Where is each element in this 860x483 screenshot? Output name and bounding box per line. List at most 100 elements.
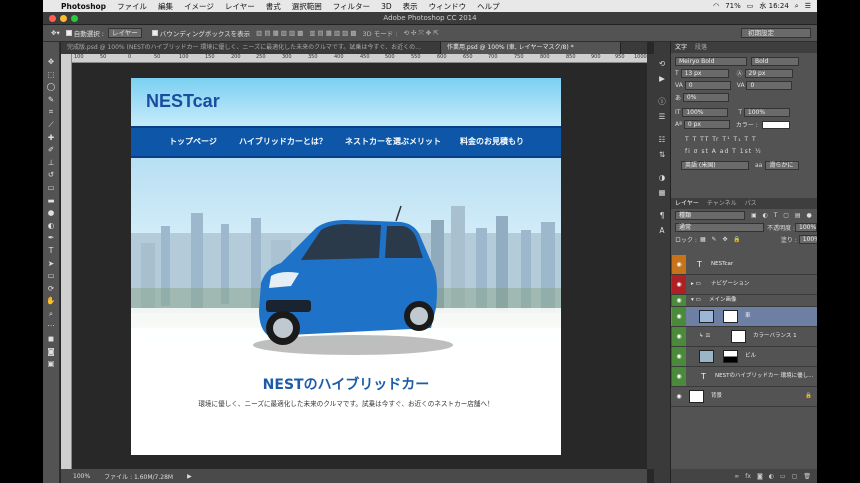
wifi-icon[interactable]: ◠: [713, 2, 719, 10]
menu-file[interactable]: ファイル: [117, 1, 147, 12]
tab-character[interactable]: 文字: [675, 42, 687, 53]
group-icon[interactable]: ▭: [780, 473, 786, 480]
link-icon[interactable]: ∞: [734, 473, 739, 480]
more-tools-icon[interactable]: ⋯: [43, 320, 60, 333]
pen-icon[interactable]: ✒: [43, 232, 60, 245]
healing-icon[interactable]: ✚: [43, 132, 60, 145]
visibility-eye-icon[interactable]: ◉: [672, 387, 686, 406]
search-icon[interactable]: ⌕: [795, 2, 799, 11]
screen-mode-icon[interactable]: ▣: [43, 358, 60, 371]
menu-3d[interactable]: 3D: [381, 2, 392, 11]
font-size-field[interactable]: 13 px: [680, 69, 729, 78]
trash-icon[interactable]: 🗑: [803, 473, 811, 480]
play-icon[interactable]: ▶: [659, 71, 665, 86]
visibility-eye-icon[interactable]: ◉: [672, 327, 686, 346]
menu-filter[interactable]: フィルター: [333, 1, 370, 12]
move-tool-icon[interactable]: ✥▾: [51, 29, 60, 37]
file-size[interactable]: ファイル : 1.60M/7.28M: [104, 472, 173, 481]
battery-icon[interactable]: ▭: [747, 2, 754, 10]
visibility-eye-icon[interactable]: ◉: [672, 295, 686, 306]
layer-row-color-balance[interactable]: ◉ ↳ ⚖ カラーバランス 1: [671, 327, 817, 347]
layer-row-buildings[interactable]: ◉ ビル: [671, 347, 817, 367]
history-icon[interactable]: ⟲: [659, 56, 665, 71]
lock-icons[interactable]: ▦ ✎ ✥ 🔒: [700, 236, 743, 243]
zoom-level[interactable]: 100%: [73, 473, 90, 480]
swatches-icon[interactable]: ▦: [658, 185, 665, 200]
vscale-field[interactable]: 100%: [682, 108, 729, 117]
dodge-icon[interactable]: ◐: [43, 220, 60, 233]
menu-type[interactable]: 書式: [266, 1, 281, 12]
shape-icon[interactable]: ▭: [43, 270, 60, 283]
zoom-icon[interactable]: [71, 15, 78, 22]
kerning-field[interactable]: 0: [684, 81, 731, 90]
layer-mask-thumbnail[interactable]: [723, 310, 738, 323]
menu-view[interactable]: 表示: [403, 1, 418, 12]
text-color-swatch[interactable]: [761, 120, 790, 129]
tab-document-work[interactable]: 作業用.psd @ 100% (車, レイヤーマスク/8) *: [441, 42, 621, 54]
properties-icon[interactable]: ⇅: [659, 147, 665, 162]
minimize-icon[interactable]: [60, 15, 67, 22]
path-select-icon[interactable]: ➤: [43, 258, 60, 271]
paragraph-style-icon[interactable]: ¶: [660, 208, 665, 223]
color-swatch-icon[interactable]: ◼: [43, 333, 60, 346]
tab-paths[interactable]: パス: [745, 198, 757, 209]
leading-field[interactable]: 29 px: [744, 69, 793, 78]
mode3d-icons[interactable]: ⟲ ✣ ⤧ ✥ ⇱: [404, 29, 439, 38]
fill-field[interactable]: 100%: [798, 235, 817, 244]
blur-icon[interactable]: ●: [43, 207, 60, 220]
bbox-checkbox[interactable]: [151, 30, 158, 36]
info-icon[interactable]: ⓘ: [658, 94, 666, 109]
zoom-tool-icon[interactable]: ⌕: [43, 308, 60, 321]
visibility-eye-icon[interactable]: ◉: [672, 347, 686, 366]
tsume-field[interactable]: 0%: [682, 93, 729, 102]
lasso-icon[interactable]: ◯: [43, 81, 60, 94]
document-canvas[interactable]: NESTcar トップページ ハイブリッドカーとは？ ネストカーを選ぶメリット …: [131, 78, 561, 455]
quick-select-icon[interactable]: ✎: [43, 94, 60, 107]
move-icon[interactable]: ✥: [43, 56, 60, 69]
antialias-dropdown[interactable]: 滑らかに: [765, 161, 800, 170]
tab-paragraph[interactable]: 段落: [695, 42, 707, 53]
list-icon[interactable]: ☰: [805, 2, 811, 10]
crop-icon[interactable]: ⌗: [43, 106, 60, 119]
fx-icon[interactable]: fx: [745, 473, 751, 480]
eyedropper-icon[interactable]: ⟋: [43, 119, 60, 132]
auto-select-dropdown[interactable]: レイヤー: [107, 28, 142, 38]
blend-mode-dropdown[interactable]: 通常: [675, 223, 765, 232]
menu-select[interactable]: 選択範囲: [292, 1, 322, 12]
visibility-eye-icon[interactable]: ◉: [672, 255, 686, 274]
stamp-icon[interactable]: ⊥: [43, 157, 60, 170]
language-dropdown[interactable]: 英語 (米国): [681, 161, 749, 170]
menu-edit[interactable]: 編集: [158, 1, 173, 12]
layer-row-car[interactable]: ◉ 車: [671, 307, 817, 327]
layer-row-background[interactable]: ◉ 背景 🔒: [671, 387, 817, 407]
workspace-dropdown[interactable]: 初期設定: [741, 28, 811, 38]
opacity-field[interactable]: 100%: [795, 223, 817, 232]
clock[interactable]: 水 16:24: [759, 1, 788, 11]
close-icon[interactable]: [49, 15, 56, 22]
layer-filter-dropdown[interactable]: 種類: [675, 211, 745, 220]
distribute-icons[interactable]: ▥ ▤ ▦ ▧ ▨ ▩: [309, 29, 356, 37]
brush-icon[interactable]: ✐: [43, 144, 60, 157]
hand-icon[interactable]: ✋: [43, 295, 60, 308]
menu-help[interactable]: ヘルプ: [477, 1, 500, 12]
text-format-buttons[interactable]: T T TT Tr T¹ T₁ T T: [671, 134, 817, 145]
filter-icons[interactable]: ▣ ◐ T ▢ ▤ ●: [751, 212, 814, 219]
tab-document-final[interactable]: 完成版.psd @ 100% (NESTのハイブリッドカー 環境に優しく、ニーズ…: [61, 42, 441, 54]
history-brush-icon[interactable]: ↺: [43, 169, 60, 182]
visibility-eye-icon[interactable]: ◉: [672, 275, 686, 294]
mask-icon[interactable]: ◙: [757, 473, 763, 480]
eraser-icon[interactable]: ▭: [43, 182, 60, 195]
marquee-icon[interactable]: ⬚: [43, 69, 60, 82]
menu-app[interactable]: Photoshop: [61, 2, 106, 11]
opentype-buttons[interactable]: fi σ st A ad T 1st ½: [671, 146, 817, 157]
visibility-eye-icon[interactable]: ◉: [672, 367, 686, 386]
tracking-field[interactable]: 0: [746, 81, 793, 90]
layer-row-hero-text[interactable]: ◉ T NESTのハイブリッドカー 環境に優し...: [671, 367, 817, 387]
font-family-dropdown[interactable]: Meiryo Bold: [675, 57, 747, 66]
color-icon[interactable]: ◑: [659, 170, 666, 185]
adjustment-mask-thumbnail[interactable]: [731, 330, 746, 343]
layer-row-nestcar[interactable]: ◉ T NESTcar: [671, 255, 817, 275]
baseline-field[interactable]: 0 px: [683, 120, 730, 129]
menu-window[interactable]: ウィンドウ: [429, 1, 467, 12]
layer-row-navigation[interactable]: ◉ ▸ ▭ ナビゲーション: [671, 275, 817, 295]
